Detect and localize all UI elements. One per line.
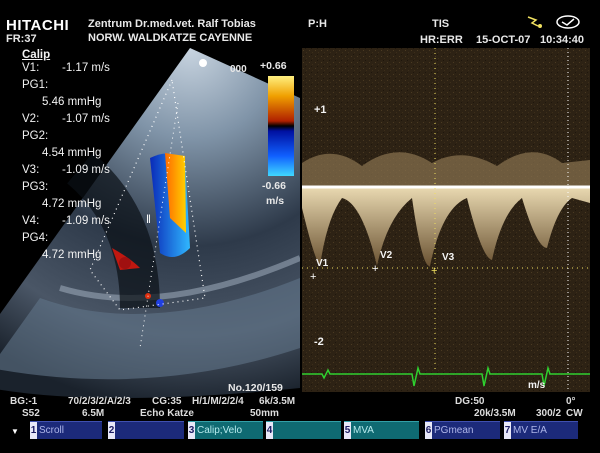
frame-rate: FR:37 (6, 33, 37, 45)
param-dg: DG:50 (455, 396, 485, 407)
calc-row: PG1: (22, 79, 49, 91)
caliper-v2-marker: + (372, 263, 378, 275)
brand-logo: HITACHI (6, 17, 70, 34)
param-preset-name: Echo Katze (140, 408, 194, 419)
softkey-calip-velo[interactable]: 3 Calip;Velo (188, 421, 263, 439)
menu-arrow-icon: ▼ (11, 427, 19, 436)
calc-row: V2: -1.07 m/s (22, 113, 110, 125)
softkey-2[interactable]: 2 (108, 421, 184, 439)
calc-row: 4.54 mmHg (42, 147, 102, 159)
scale-label-minus2: -2 (314, 336, 324, 348)
doppler-spectrum: + + + +1 V1 V2 V3 -2 m/s (302, 48, 590, 392)
calc-row: V3: -1.09 m/s (22, 164, 110, 176)
param-preset: 70/2/3/2/A/2/3 (68, 396, 131, 407)
color-velocity-bar (268, 76, 294, 176)
svg-text:‖: ‖ (146, 212, 151, 226)
marker-v3: V3 (442, 252, 455, 263)
spectrum-unit: m/s (528, 380, 546, 391)
mode-indicator: P:H (308, 18, 327, 30)
param-mode: CW (566, 408, 583, 419)
colorbar-min: -0.66 (262, 180, 286, 192)
param-h: H/1/M/2/2/4 (192, 396, 244, 407)
softkey-scroll[interactable]: 1 Scroll (30, 421, 102, 439)
calc-row: 4.72 mmHg (42, 198, 102, 210)
marker-v2: V2 (380, 250, 393, 261)
param-freq: 6k/3.5M (259, 396, 296, 407)
param-bg: BG:-1 (10, 396, 38, 407)
marker-v1: V1 (316, 258, 329, 269)
calc-row: V1: -1.17 m/s (22, 62, 110, 74)
calc-row: PG2: (22, 130, 49, 142)
calc-row: 4.72 mmHg (42, 249, 102, 261)
orientation-marker (199, 59, 207, 67)
tis-label: TIS (432, 18, 450, 30)
probe-status-icon (527, 15, 580, 29)
calc-row: PG3: (22, 181, 49, 193)
softkey-pgmean[interactable]: 6 PGmean (425, 421, 500, 439)
colorbar-unit: m/s (266, 195, 285, 207)
caliper-v3-marker: + (431, 265, 437, 277)
param-angle: 0° (566, 396, 576, 407)
colorbar-max: +0.66 (260, 60, 287, 72)
calc-row: PG4: (22, 232, 49, 244)
patient-name: NORW. WALDKATZE CAYENNE (88, 32, 253, 44)
param-probe: S52 (22, 408, 40, 419)
colorbar-zero: 000 (230, 64, 247, 75)
param-cg: CG:35 (152, 396, 182, 407)
softkey-4[interactable]: 4 (266, 421, 341, 439)
heart-rate: HR:ERR (420, 34, 463, 46)
softkey-mv-ea[interactable]: 7 MV E/A (504, 421, 578, 439)
param-depth: 50mm (250, 408, 279, 419)
calc-results: V1: -1.17 m/s PG1: 5.46 mmHg V2: -1.07 m/s… (22, 62, 142, 262)
softkey-mva[interactable]: 5 MVA (344, 421, 419, 439)
calc-row: V4: -1.09 m/s (22, 215, 110, 227)
caliper-v1-marker: + (310, 271, 316, 283)
param-sweep: 300/2 (536, 408, 562, 419)
clinic-name: Zentrum Dr.med.vet. Ralf Tobias (88, 18, 256, 30)
calc-title: Calip (22, 49, 51, 61)
param-prf: 20k/3.5M (474, 408, 516, 419)
scale-label-plus1: +1 (314, 104, 327, 116)
calc-row: 5.46 mmHg (42, 96, 102, 108)
exam-date: 15-OCT-07 (476, 34, 531, 46)
parameter-bar: BG:-1 70/2/3/2/A/2/3 CG:35 H/1/M/2/2/4 6… (0, 393, 600, 421)
param-mhz: 6.5M (82, 408, 105, 419)
exam-time: 10:34:40 (540, 34, 585, 46)
